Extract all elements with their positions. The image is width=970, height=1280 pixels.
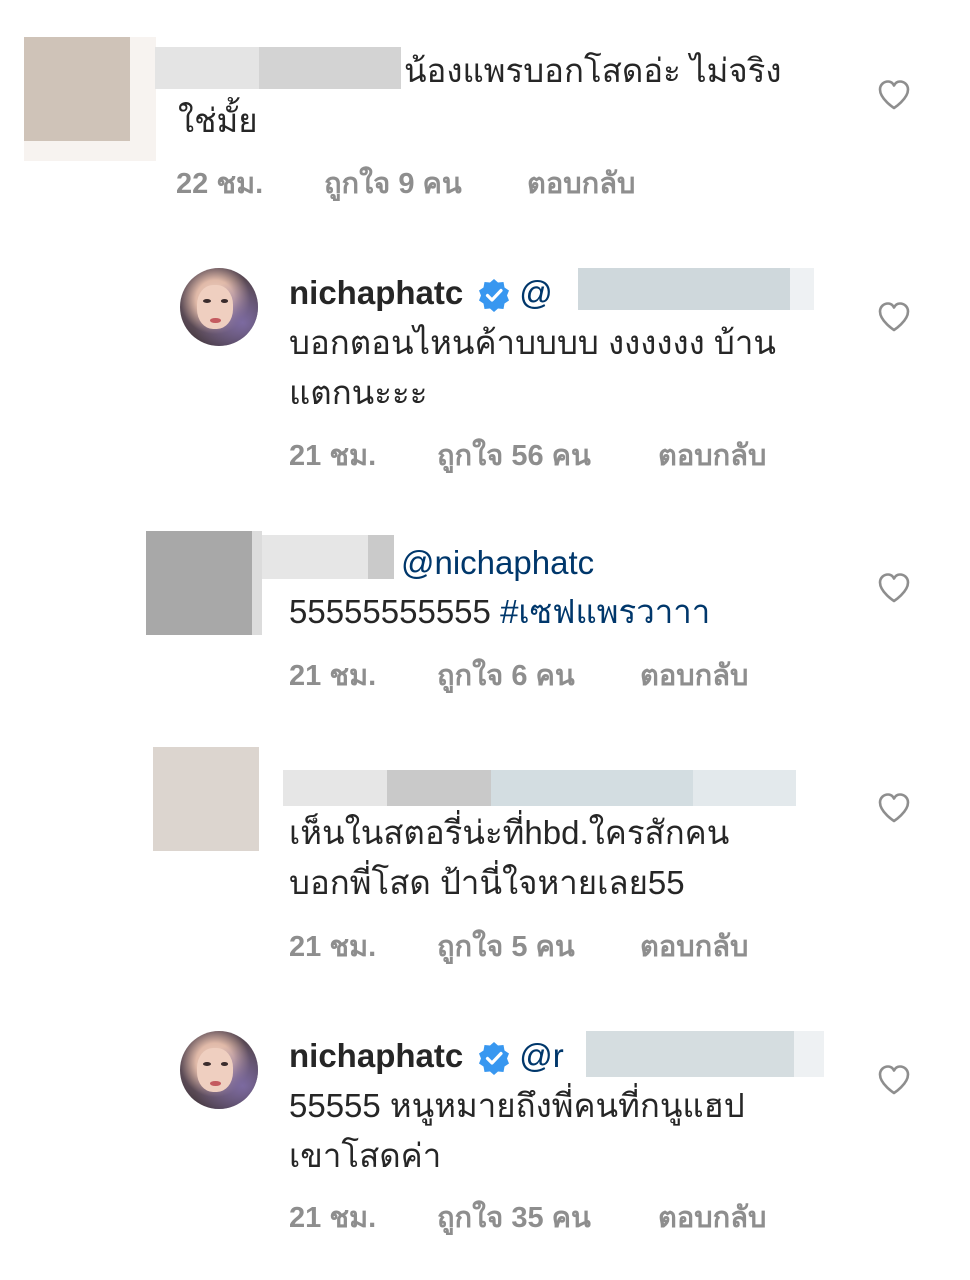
comment-text: 55555555555 <box>289 593 501 630</box>
reply-button[interactable]: ตอบกลับ <box>527 160 635 206</box>
username[interactable]: nichaphatc <box>289 274 463 311</box>
like-count[interactable]: ถูกใจ 9 คน <box>324 160 462 206</box>
timestamp: 22 ชม. <box>176 168 264 200</box>
like-count[interactable]: ถูกใจ 5 คน <box>437 923 575 969</box>
like-count[interactable]: ถูกใจ 6 คน <box>437 652 575 698</box>
avatar[interactable] <box>180 1031 258 1109</box>
hashtag-link[interactable]: #เซฟแพรวาาา <box>500 593 710 630</box>
redacted-username <box>262 535 368 579</box>
redacted-username <box>283 770 387 806</box>
reply-button[interactable]: ตอบกลับ <box>640 652 748 698</box>
heart-icon[interactable] <box>877 792 911 824</box>
redacted-mention <box>790 268 814 310</box>
heart-icon[interactable] <box>877 79 911 111</box>
verified-badge-icon <box>479 279 510 313</box>
mention[interactable]: @nichaphatc <box>401 544 594 581</box>
comment-header: nichaphatc @r <box>289 1031 564 1081</box>
heart-icon[interactable] <box>877 301 911 333</box>
redacted-username <box>259 47 401 89</box>
heart-icon[interactable] <box>877 1064 911 1096</box>
comment-text-line1: เห็นในสตอรี่น่ะที่hbd.ใครสักคน <box>289 814 730 851</box>
comment-text-line2: บอกพี่โสด ป้านี่ใจหายเลย55 <box>289 864 685 901</box>
verified-badge-icon <box>479 1042 510 1076</box>
comment-text-line1: บอกตอนไหนค้าบบบบ งงงงงง บ้าน <box>289 324 776 361</box>
comment-text-line1: น้องแพรบอกโสดอ่ะ ไม่จริง <box>404 52 782 89</box>
timestamp: 21 ชม. <box>289 1202 377 1234</box>
mention[interactable]: @r <box>519 1037 564 1074</box>
avatar[interactable] <box>153 747 259 851</box>
reply-button[interactable]: ตอบกลับ <box>640 923 748 969</box>
redacted-mention <box>586 1031 794 1077</box>
comment-meta: 21 ชม. ถูกใจ 56 คน ตอบกลับ <box>0 432 970 472</box>
avatar[interactable] <box>180 268 258 346</box>
comment-text-line1: 55555555555 #เซฟแพรวาาา <box>289 587 710 637</box>
like-count[interactable]: ถูกใจ 56 คน <box>437 432 591 478</box>
comment-text-line1: 55555 หนูหมายถึงพี่คนที่กนูแฮป <box>289 1087 745 1124</box>
redacted-username <box>387 770 491 806</box>
redacted-username <box>155 47 259 89</box>
redacted-username <box>368 535 394 579</box>
avatar[interactable] <box>146 531 252 635</box>
heart-icon[interactable] <box>877 572 911 604</box>
redacted-mention <box>491 770 693 806</box>
redacted-mention <box>578 268 790 310</box>
comment-header: @nichaphatc <box>401 538 594 588</box>
avatar-blur-edge <box>252 531 262 635</box>
comment-text-line2: ใช่มั้ย <box>178 102 258 139</box>
reply-button[interactable]: ตอบกลับ <box>658 432 766 478</box>
comment-text-line2: เขาโสดค่า <box>289 1137 442 1174</box>
comment-meta: 22 ชม. ถูกใจ 9 คน ตอบกลับ <box>0 160 970 200</box>
mention[interactable]: @ <box>519 274 553 311</box>
avatar-blur-edge <box>130 37 156 161</box>
comment-header: nichaphatc @ <box>289 268 553 318</box>
comment-text-line2: แตกนะะะ <box>289 374 428 411</box>
avatar[interactable] <box>24 37 130 141</box>
comment-meta: 21 ชม. ถูกใจ 6 คน ตอบกลับ <box>0 652 970 692</box>
username[interactable]: nichaphatc <box>289 1037 463 1074</box>
redacted-mention <box>794 1031 824 1077</box>
timestamp: 21 ชม. <box>289 931 377 963</box>
like-count[interactable]: ถูกใจ 35 คน <box>437 1194 591 1240</box>
avatar-blur-edge <box>24 141 130 161</box>
timestamp: 21 ชม. <box>289 660 377 692</box>
redacted-mention <box>693 770 796 806</box>
comment-meta: 21 ชม. ถูกใจ 5 คน ตอบกลับ <box>0 923 970 963</box>
comment-meta: 21 ชม. ถูกใจ 35 คน ตอบกลับ <box>0 1194 970 1234</box>
timestamp: 21 ชม. <box>289 440 377 472</box>
reply-button[interactable]: ตอบกลับ <box>658 1194 766 1240</box>
